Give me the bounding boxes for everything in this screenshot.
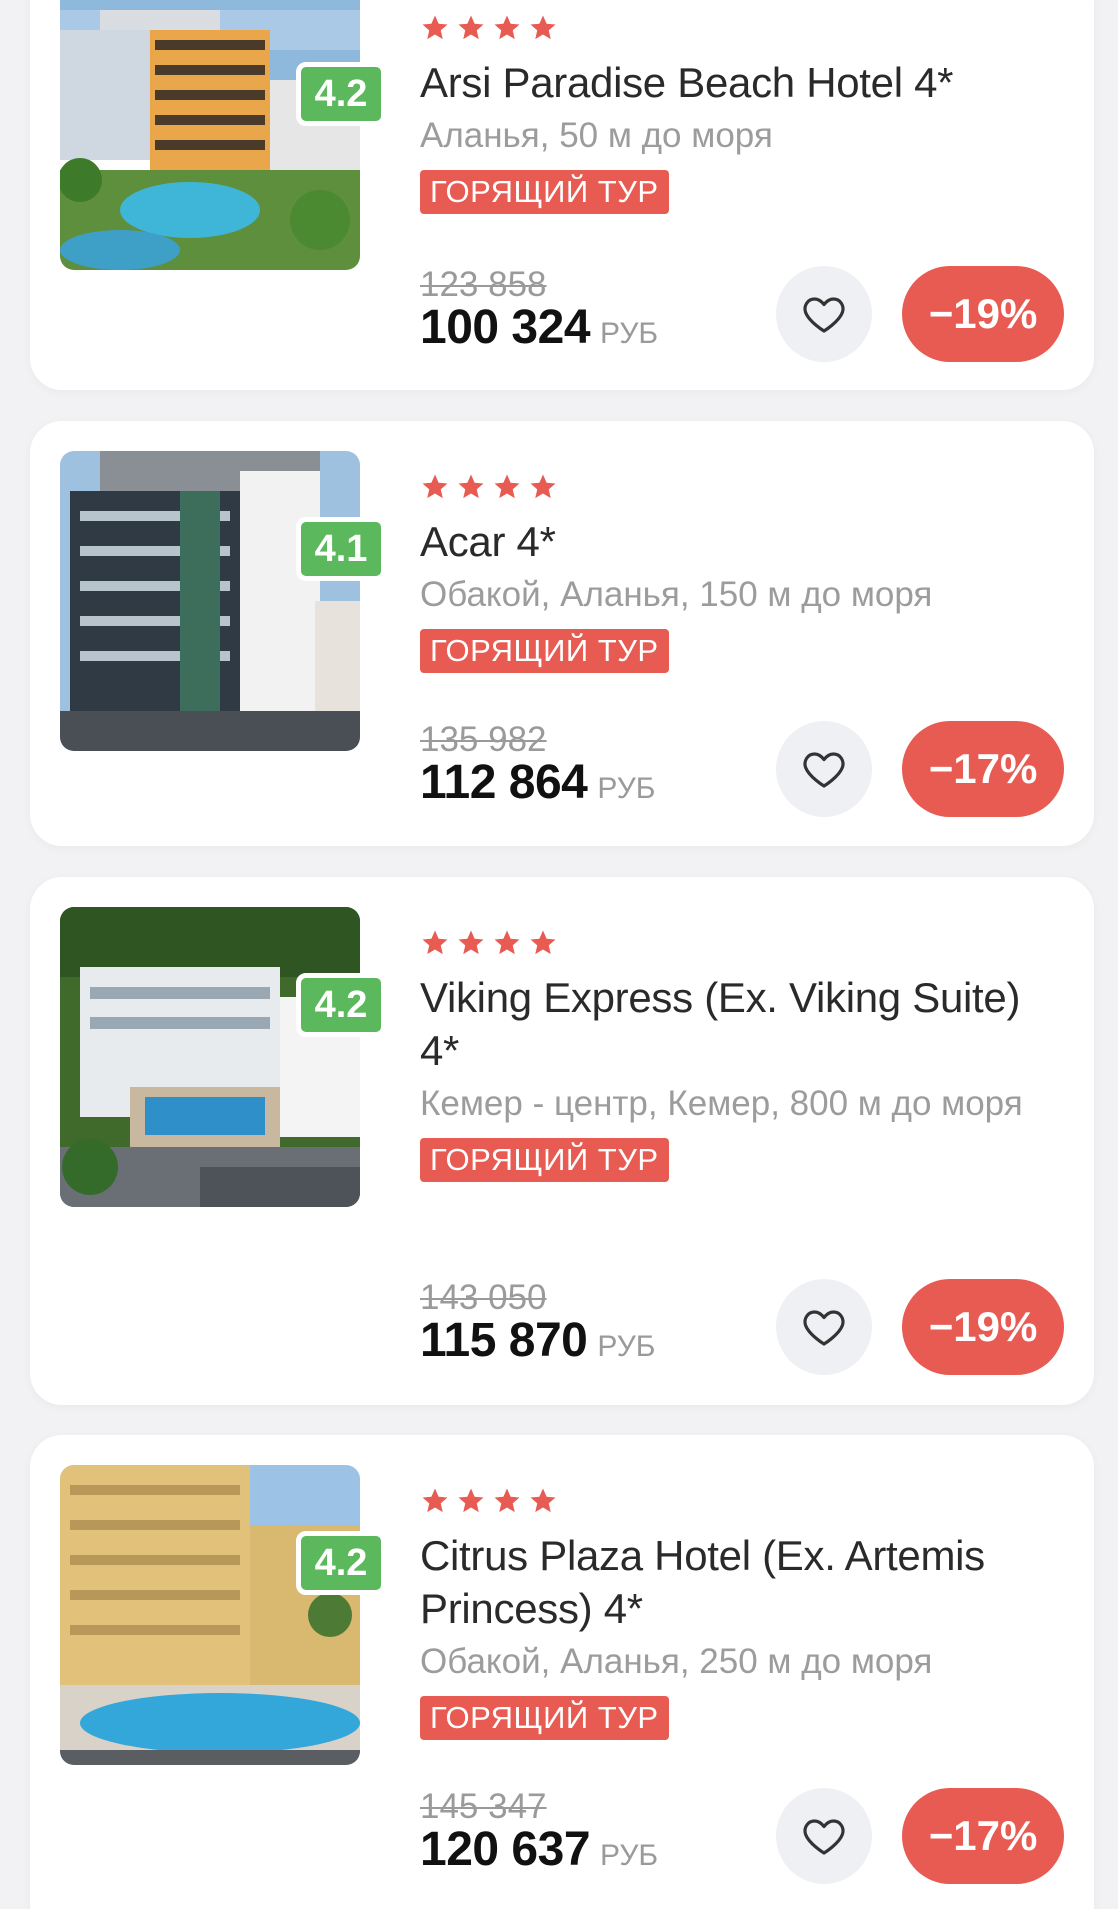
hotel-card[interactable]: 4.2 Citrus Plaza Hotel (Ex. Artemis Prin…: [30, 1435, 1094, 1909]
price-block: 123 858 100 324 РУБ: [420, 266, 658, 355]
star-icon: [528, 13, 558, 43]
hotel-info: Acar 4* Обакой, Аланья, 150 м до моря ГО…: [420, 471, 1060, 673]
price-row: 115 870 РУБ: [420, 1313, 655, 1368]
hotel-name[interactable]: Citrus Plaza Hotel (Ex. Artemis Princess…: [420, 1529, 1060, 1635]
current-price: 115 870: [420, 1314, 588, 1367]
hotel-photo[interactable]: [60, 1465, 360, 1765]
hot-tour-badge: ГОРЯЩИЙ ТУР: [420, 1696, 669, 1740]
hotel-name[interactable]: Viking Express (Ex. Viking Suite) 4*: [420, 971, 1060, 1077]
star-icon: [492, 13, 522, 43]
star-icon: [492, 472, 522, 502]
old-price: 145 347: [420, 1787, 547, 1826]
star-icon: [528, 928, 558, 958]
hotel-photo[interactable]: [60, 907, 360, 1207]
price-block: 145 347 120 637 РУБ: [420, 1788, 658, 1877]
price-block: 135 982 112 864 РУБ: [420, 721, 655, 810]
hotel-card[interactable]: 4.1 Acar 4* Обакой, Аланья, 150 м до мор…: [30, 421, 1094, 846]
star-icon: [528, 1486, 558, 1516]
hotel-info: Citrus Plaza Hotel (Ex. Artemis Princess…: [420, 1485, 1060, 1740]
price-row: 112 864 РУБ: [420, 755, 655, 810]
hotel-location: Обакой, Аланья, 150 м до моря: [420, 575, 933, 614]
discount-badge: −19%: [902, 266, 1064, 362]
heart-icon: [800, 745, 848, 793]
hotel-info: Viking Express (Ex. Viking Suite) 4* Кем…: [420, 927, 1060, 1182]
current-price: 100 324: [420, 301, 591, 354]
rating-badge: 4.1: [296, 517, 386, 581]
star-icon: [420, 13, 450, 43]
hot-tour-badge: ГОРЯЩИЙ ТУР: [420, 629, 669, 673]
hotel-location: Обакой, Аланья, 250 м до моря: [420, 1642, 933, 1681]
star-icon: [492, 928, 522, 958]
current-price: 120 637: [420, 1823, 591, 1876]
star-icon: [420, 1486, 450, 1516]
heart-icon: [800, 290, 848, 338]
old-price: 135 982: [420, 720, 547, 759]
rating-badge: 4.2: [296, 62, 386, 126]
discount-badge: −17%: [902, 1788, 1064, 1884]
heart-icon: [800, 1812, 848, 1860]
star-rating: [420, 1485, 1060, 1517]
old-price: 123 858: [420, 265, 547, 304]
star-icon: [456, 13, 486, 43]
star-icon: [420, 928, 450, 958]
star-icon: [456, 928, 486, 958]
hotel-card[interactable]: 4.2 Arsi Paradise Beach Hotel 4* Аланья,…: [30, 0, 1094, 390]
price-block: 143 050 115 870 РУБ: [420, 1279, 655, 1368]
heart-icon: [800, 1303, 848, 1351]
hotel-name[interactable]: Acar 4*: [420, 515, 1060, 568]
price-row: 120 637 РУБ: [420, 1822, 658, 1877]
current-price: 112 864: [420, 756, 588, 809]
hotel-location: Кемер - центр, Кемер, 800 м до моря: [420, 1084, 1023, 1123]
discount-badge: −19%: [902, 1279, 1064, 1375]
hotel-photo[interactable]: [60, 0, 360, 270]
star-icon: [456, 1486, 486, 1516]
price-row: 100 324 РУБ: [420, 300, 658, 355]
hotel-photo[interactable]: [60, 451, 360, 751]
star-rating: [420, 471, 1060, 503]
favorite-button[interactable]: [776, 721, 872, 817]
favorite-button[interactable]: [776, 266, 872, 362]
rating-badge: 4.2: [296, 1531, 386, 1595]
currency-label: РУБ: [600, 317, 659, 350]
favorite-button[interactable]: [776, 1279, 872, 1375]
star-icon: [528, 472, 558, 502]
hotel-location: Аланья, 50 м до моря: [420, 116, 773, 155]
hotel-feed: 4.2 Arsi Paradise Beach Hotel 4* Аланья,…: [0, 0, 1118, 1909]
rating-badge: 4.2: [296, 973, 386, 1037]
currency-label: РУБ: [597, 1330, 656, 1363]
hot-tour-badge: ГОРЯЩИЙ ТУР: [420, 170, 669, 214]
currency-label: РУБ: [600, 1839, 659, 1872]
favorite-button[interactable]: [776, 1788, 872, 1884]
hotel-card[interactable]: 4.2 Viking Express (Ex. Viking Suite) 4*…: [30, 877, 1094, 1405]
star-icon: [420, 472, 450, 502]
hotel-name[interactable]: Arsi Paradise Beach Hotel 4*: [420, 56, 1060, 109]
discount-badge: −17%: [902, 721, 1064, 817]
hot-tour-badge: ГОРЯЩИЙ ТУР: [420, 1138, 669, 1182]
star-icon: [456, 472, 486, 502]
old-price: 143 050: [420, 1278, 547, 1317]
hotel-info: Arsi Paradise Beach Hotel 4* Аланья, 50 …: [420, 12, 1060, 214]
currency-label: РУБ: [597, 772, 656, 805]
star-rating: [420, 12, 1060, 44]
star-rating: [420, 927, 1060, 959]
star-icon: [492, 1486, 522, 1516]
